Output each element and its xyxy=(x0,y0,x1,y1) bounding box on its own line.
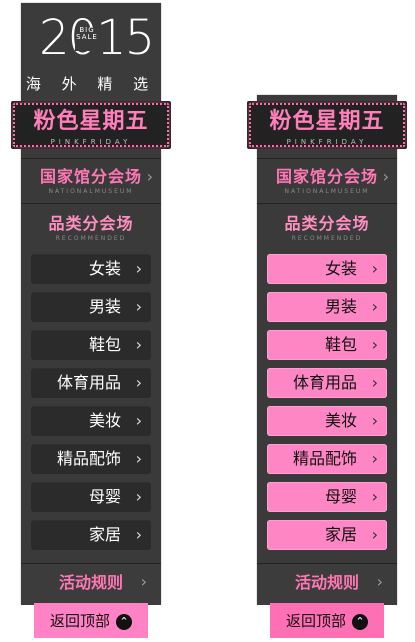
menu-item-sports[interactable]: 体育用品 › xyxy=(267,368,387,398)
chevron-right-icon: › xyxy=(135,449,142,468)
chevron-up-icon: ⌃ xyxy=(352,613,368,630)
menu-item-label: 母婴 xyxy=(324,487,357,506)
chevron-right-icon: › xyxy=(135,297,142,316)
recommended-subtitle: RECOMMENDED xyxy=(291,235,363,242)
menu-item-label: 男装 xyxy=(324,297,357,316)
menu-item-sports[interactable]: 体育用品 › xyxy=(31,368,151,398)
right-sidebar-panel: 粉色星期五 PINKFRIDAY 国家馆分会场 NATIONALMUSEUM ›… xyxy=(247,95,407,605)
menu-item-label: 美妆 xyxy=(88,411,121,430)
recommended-subtitle: RECOMMENDED xyxy=(55,235,127,242)
recommended-title: 品类分会场 xyxy=(48,214,134,233)
chevron-right-icon: › xyxy=(371,487,378,506)
chevron-right-icon: › xyxy=(371,297,378,316)
chevron-right-icon: › xyxy=(135,335,142,354)
recommended-title: 品类分会场 xyxy=(284,214,370,233)
menu-item-accessories[interactable]: 精品配饰 › xyxy=(31,444,151,474)
menu-item-label: 体育用品 xyxy=(56,373,121,392)
chevron-right-icon: › xyxy=(382,167,389,186)
back-to-top-label: 返回顶部 xyxy=(49,612,110,630)
menu-item-label: 精品配饰 xyxy=(292,449,357,468)
back-to-top-button[interactable]: 返回顶部 ⌃ xyxy=(270,603,384,638)
chevron-right-icon: › xyxy=(371,411,378,430)
menu-item-label: 男装 xyxy=(88,297,121,316)
chevron-right-icon: › xyxy=(371,525,378,544)
menu-item-label: 家居 xyxy=(324,525,357,544)
left-sidebar-panel: 2015 BIG SALE 海 外 精 选 粉色星期五 PINKFRIDAY 国… xyxy=(11,3,171,605)
chevron-up-icon: ⌃ xyxy=(116,613,132,630)
chevron-right-icon: › xyxy=(371,449,378,468)
national-museum-subtitle: NATIONALMUSEUM xyxy=(48,188,134,195)
national-museum-title: 国家馆分会场 xyxy=(275,167,378,186)
menu-item-label: 女装 xyxy=(88,259,121,278)
menu-item-beauty[interactable]: 美妆 › xyxy=(267,406,387,436)
menu-item-label: 女装 xyxy=(324,259,357,278)
menu-item-label: 精品配饰 xyxy=(56,449,121,468)
activity-rules-link[interactable]: 活动规则 › xyxy=(21,563,161,605)
big-sale-line-2: SALE xyxy=(76,33,98,41)
pink-friday-subtitle: PINKFRIDAY xyxy=(286,138,368,146)
pink-friday-title: 粉色星期五 xyxy=(33,109,149,134)
menu-item-shoes-bags[interactable]: 鞋包 › xyxy=(31,330,151,360)
chevron-right-icon: › xyxy=(135,487,142,506)
back-to-top-label: 返回顶部 xyxy=(285,612,346,630)
national-museum-title: 国家馆分会场 xyxy=(39,167,142,186)
menu-item-baby[interactable]: 母婴 › xyxy=(267,482,387,512)
menu-item-womens-clothing[interactable]: 女装 › xyxy=(31,254,151,284)
recommended-section-header: 品类分会场 RECOMMENDED xyxy=(257,206,397,246)
menu-item-beauty[interactable]: 美妆 › xyxy=(31,406,151,436)
pink-friday-banner[interactable]: 粉色星期五 PINKFRIDAY xyxy=(11,101,171,149)
chevron-right-icon: › xyxy=(371,335,378,354)
menu-item-label: 鞋包 xyxy=(88,335,121,354)
menu-item-label: 美妆 xyxy=(324,411,357,430)
activity-rules-link[interactable]: 活动规则 › xyxy=(257,563,397,605)
promo-sidebar-comparison: 2015 BIG SALE 海 外 精 选 粉色星期五 PINKFRIDAY 国… xyxy=(0,0,415,642)
menu-item-label: 鞋包 xyxy=(324,335,357,354)
menu-item-baby[interactable]: 母婴 › xyxy=(31,482,151,512)
sale-logo: 2015 BIG SALE 海 外 精 选 xyxy=(21,3,161,101)
chevron-right-icon: › xyxy=(371,373,378,392)
chevron-right-icon: › xyxy=(135,259,142,278)
menu-item-home[interactable]: 家居 › xyxy=(31,520,151,550)
chevron-right-icon: › xyxy=(371,259,378,278)
menu-item-mens-clothing[interactable]: 男装 › xyxy=(31,292,151,322)
menu-item-label: 体育用品 xyxy=(292,373,357,392)
menu-item-label: 家居 xyxy=(88,525,121,544)
pink-friday-subtitle: PINKFRIDAY xyxy=(50,138,132,146)
national-museum-link[interactable]: 国家馆分会场 NATIONALMUSEUM › xyxy=(21,158,161,204)
logo-subtitle: 海 外 精 选 xyxy=(25,75,157,93)
pink-friday-banner[interactable]: 粉色星期五 PINKFRIDAY xyxy=(247,101,407,149)
chevron-right-icon: › xyxy=(146,167,153,186)
chevron-right-icon: › xyxy=(135,373,142,392)
menu-item-accessories[interactable]: 精品配饰 › xyxy=(267,444,387,474)
back-to-top-button[interactable]: 返回顶部 ⌃ xyxy=(34,603,148,638)
menu-item-label: 母婴 xyxy=(88,487,121,506)
menu-item-home[interactable]: 家居 › xyxy=(267,520,387,550)
recommended-section-header: 品类分会场 RECOMMENDED xyxy=(21,206,161,246)
national-museum-subtitle: NATIONALMUSEUM xyxy=(284,188,370,195)
chevron-right-icon: › xyxy=(140,572,147,591)
menu-item-shoes-bags[interactable]: 鞋包 › xyxy=(267,330,387,360)
chevron-right-icon: › xyxy=(376,572,383,591)
chevron-right-icon: › xyxy=(135,411,142,430)
national-museum-link[interactable]: 国家馆分会场 NATIONALMUSEUM › xyxy=(257,158,397,204)
big-sale-badge: BIG SALE xyxy=(75,27,99,51)
menu-item-mens-clothing[interactable]: 男装 › xyxy=(267,292,387,322)
pink-friday-title: 粉色星期五 xyxy=(269,109,385,134)
menu-item-womens-clothing[interactable]: 女装 › xyxy=(267,254,387,284)
chevron-right-icon: › xyxy=(135,525,142,544)
